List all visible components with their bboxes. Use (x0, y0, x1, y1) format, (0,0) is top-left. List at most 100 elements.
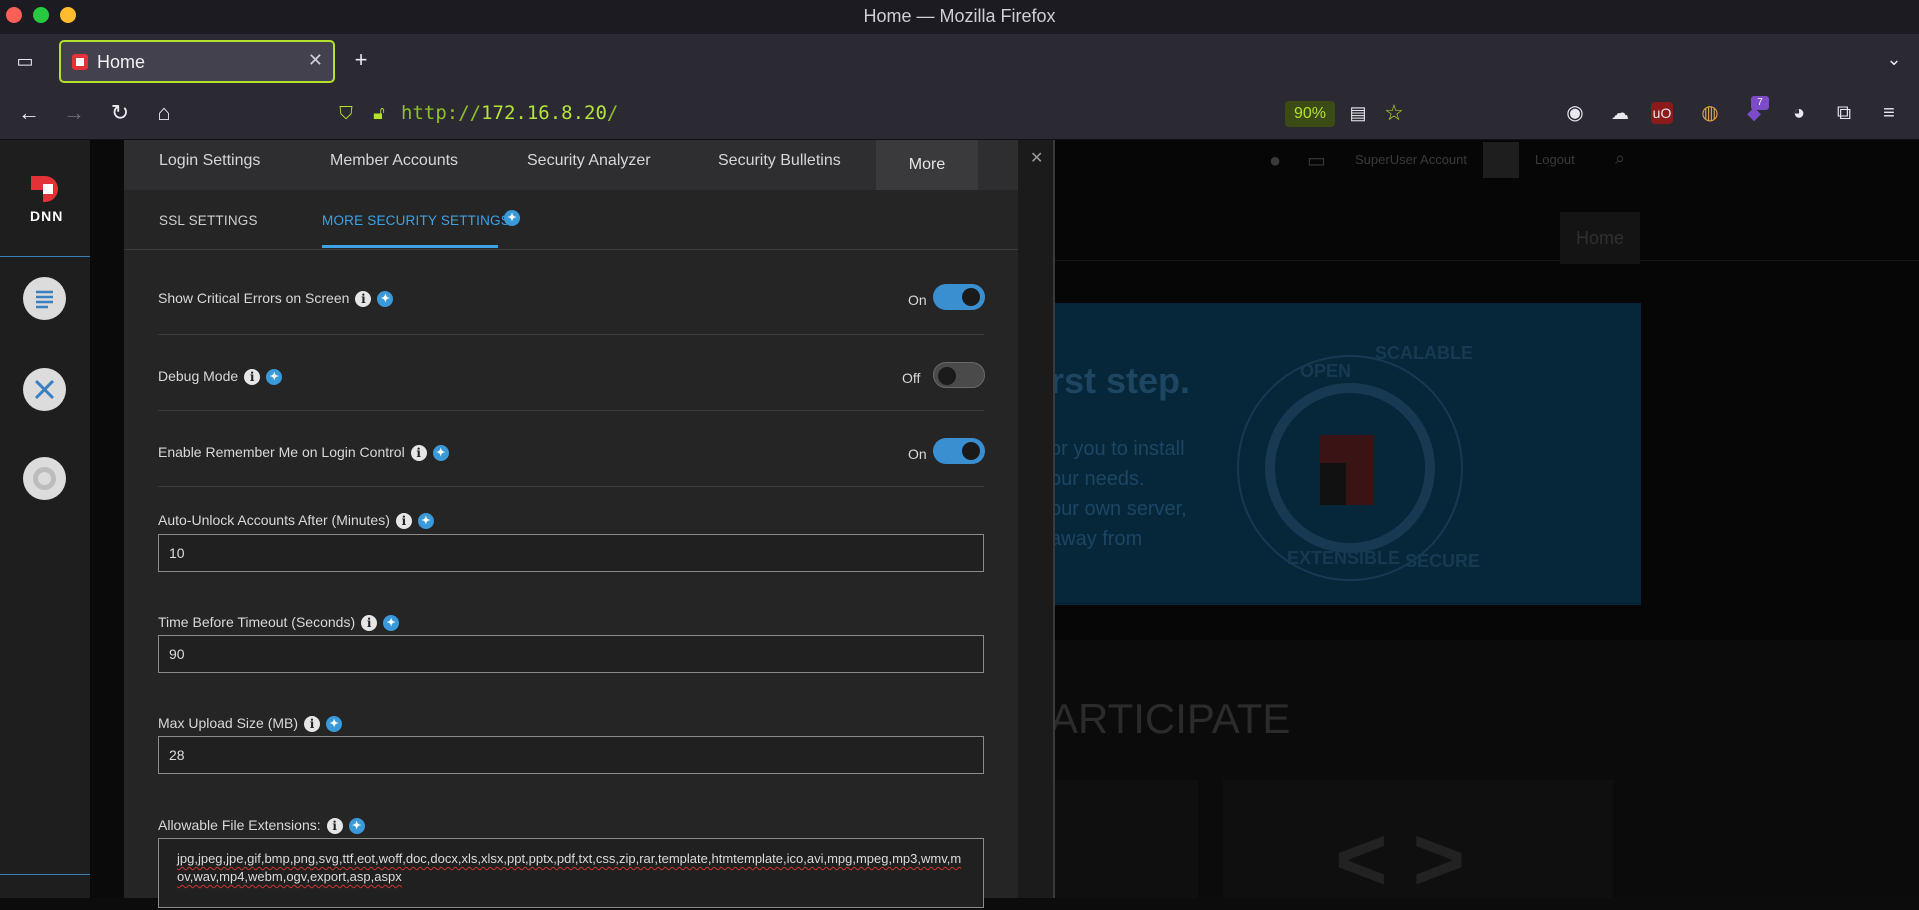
critical-errors-state: On (908, 292, 927, 308)
seal-word-scalable: SCALABLE (1375, 343, 1473, 363)
cookie-icon[interactable]: ◕ (1786, 100, 1812, 126)
tab-more[interactable]: More (876, 140, 978, 190)
remember-me-state: On (908, 446, 927, 462)
subtab-more-security-settings[interactable]: MORE SECURITY SETTINGS (322, 213, 510, 228)
code-brackets-icon: < > (1335, 810, 1466, 910)
app-menu-icon[interactable]: ≡ (1876, 100, 1902, 126)
user-avatar[interactable] (1483, 142, 1519, 178)
hero-line-1: or you to install (1050, 438, 1185, 460)
globe-icon: ✦ (417, 513, 434, 530)
globe-icon: ✦ (348, 818, 365, 835)
row-divider (158, 410, 984, 411)
dnn-logo-icon[interactable] (27, 174, 61, 204)
content-icon[interactable] (23, 277, 66, 320)
lock-icon[interactable]: 🔓︎ (366, 100, 392, 126)
forward-icon[interactable]: → (61, 100, 87, 126)
card-left (1055, 780, 1198, 898)
bookmark-star-icon[interactable]: ☆ (1381, 100, 1407, 126)
extension-cookie-icon[interactable]: ◍ (1697, 100, 1723, 126)
info-icon[interactable]: i (355, 291, 372, 308)
globe-icon: ✦ (326, 716, 343, 733)
setting-remember-me: Enable Remember Me on Login Control i ✦ On (158, 438, 985, 474)
file-extensions-label: Allowable File Extensions: (158, 817, 321, 833)
info-icon[interactable]: i (395, 513, 412, 530)
globe-icon: ✦ (432, 445, 449, 462)
reader-view-icon[interactable]: ▤ (1345, 100, 1371, 126)
list-all-tabs-icon[interactable]: ⌄ (1881, 46, 1907, 72)
hero-title: rst step. (1050, 360, 1191, 401)
hero-line-2: our needs. (1050, 468, 1145, 490)
window-title: Home — Mozilla Firefox (863, 6, 1056, 26)
setting-timeout: Time Before Timeout (Seconds) i ✦ (158, 614, 984, 634)
url-host: 172.16.8.20 (481, 102, 607, 124)
seal-word-secure: SECURE (1405, 551, 1481, 571)
seal-word-open: OPEN (1300, 361, 1352, 381)
dnn-logo-text: DNN (30, 208, 64, 224)
sidebar-divider-bottom (0, 874, 90, 875)
tab-login-settings[interactable]: Login Settings (159, 152, 260, 170)
tab-home[interactable]: Home ✕ (59, 40, 335, 83)
timeout-input[interactable] (158, 635, 984, 673)
search-icon[interactable]: ⌕ (1615, 148, 1625, 169)
info-icon[interactable]: i (244, 369, 261, 386)
panel-gutter (1018, 140, 1055, 898)
back-icon[interactable]: ← (16, 100, 42, 126)
menu-home-link[interactable]: Home (1560, 212, 1640, 264)
remember-me-toggle[interactable] (933, 438, 985, 464)
extensions-puzzle-icon[interactable]: ⧉ (1831, 100, 1857, 126)
extension-monster-icon[interactable]: ☁ (1607, 100, 1633, 126)
extension-badge-count: 7 (1751, 96, 1769, 110)
globe-icon: ✦ (266, 369, 283, 386)
tab-member-accounts[interactable]: Member Accounts (330, 152, 458, 170)
ublock-icon[interactable]: uO (1651, 102, 1673, 124)
page-content: ● ▭ SuperUser Account Logout ⌕ Home < > … (0, 140, 1919, 910)
setting-file-extensions: Allowable File Extensions: i ✦ (158, 817, 984, 837)
setting-critical-errors: Show Critical Errors on Screen i ✦ On (158, 284, 985, 320)
hero-line-4: away from (1050, 528, 1143, 550)
logout-link[interactable]: Logout (1535, 152, 1575, 167)
max-upload-label: Max Upload Size (MB) (158, 715, 299, 731)
row-divider (158, 486, 984, 487)
critical-errors-toggle[interactable] (933, 284, 985, 310)
info-icon[interactable]: i (410, 445, 427, 462)
account-icon[interactable]: ◉ (1562, 100, 1588, 126)
navigation-toolbar: ← → ↻ ⌂ ⛉ 🔓︎ http://172.16.8.20/ 90% ▤ ☆… (0, 88, 1919, 140)
info-icon[interactable]: i (326, 818, 343, 835)
tab-security-analyzer[interactable]: Security Analyzer (527, 152, 651, 170)
persona-bar: DNN (0, 140, 90, 898)
max-upload-input[interactable] (158, 736, 984, 774)
reload-icon[interactable]: ↻ (107, 100, 133, 126)
url-scheme: http:// (401, 102, 482, 124)
globe-icon: ✦ (504, 210, 520, 226)
tab-overview-icon[interactable]: ▭ (12, 48, 38, 74)
debug-mode-toggle[interactable] (933, 362, 985, 388)
zoom-level-button[interactable]: 90% (1285, 101, 1335, 127)
auto-unlock-label: Auto-Unlock Accounts After (Minutes) (158, 512, 390, 528)
auto-unlock-input[interactable] (158, 534, 984, 572)
info-icon[interactable]: i (304, 716, 321, 733)
sidebar-divider-top (0, 256, 90, 257)
tools-icon[interactable] (23, 368, 66, 411)
close-panel-icon[interactable]: ✕ (1030, 148, 1043, 168)
panel-tabs: Login Settings Member Accounts Security … (124, 140, 1018, 190)
setting-debug-mode: Debug Mode i ✦ Off (158, 362, 985, 398)
debug-mode-state: Off (902, 370, 921, 386)
shield-icon[interactable]: ⛉ (333, 100, 359, 126)
url-bar[interactable]: http://172.16.8.20/ (401, 102, 618, 124)
home-icon[interactable]: ⌂ (151, 100, 177, 126)
seal-word-extensible: EXTENSIBLE (1287, 548, 1401, 568)
settings-gear-icon[interactable] (23, 457, 66, 500)
tab-strip: ▭ Home ✕ + ⌄ (0, 34, 1919, 88)
critical-errors-label: Show Critical Errors on Screen (158, 290, 350, 306)
user-account-link[interactable]: SuperUser Account (1355, 152, 1467, 167)
url-path: / (606, 102, 619, 124)
info-icon[interactable]: i (361, 615, 378, 632)
setting-max-upload: Max Upload Size (MB) i ✦ (158, 715, 984, 735)
new-tab-button[interactable]: + (348, 47, 374, 73)
messages-icon[interactable]: ▭ (1307, 148, 1326, 173)
notifications-icon[interactable]: ● (1269, 150, 1281, 173)
close-tab-icon[interactable]: ✕ (308, 50, 323, 71)
participate-heading: ARTICIPATE (1050, 695, 1291, 742)
subtab-ssl-settings[interactable]: SSL SETTINGS (159, 213, 258, 228)
tab-security-bulletins[interactable]: Security Bulletins (718, 152, 841, 170)
